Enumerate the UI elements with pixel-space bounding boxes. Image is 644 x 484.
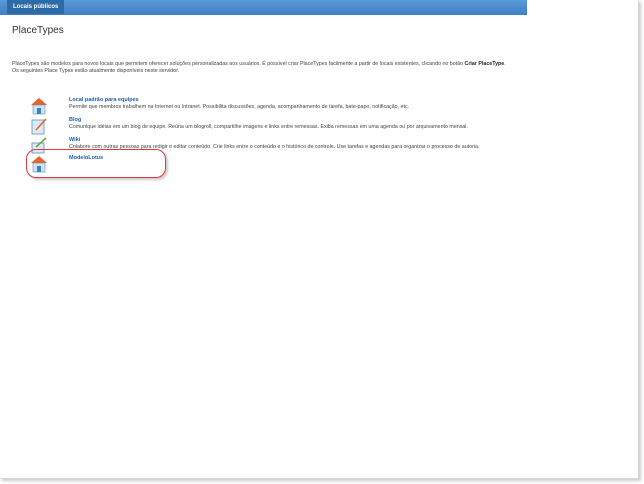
top-bar: Locais públicos [0,0,527,15]
placetype-item: Local padrão para equipes Permite que me… [30,97,530,117]
highlight-circle [26,149,166,178]
intro-text: PlaceTypes são modelos para novos locais… [12,61,532,74]
placetype-link[interactable]: Wiki [69,137,80,143]
placetype-link[interactable]: Blog [69,117,81,123]
intro-text-end: . [504,61,506,67]
available-text: Os seguintes Place Types estão atualment… [12,67,180,74]
create-placetype-ref: Criar PlaceType [464,61,505,67]
tab-locais-publicos[interactable]: Locais públicos [7,0,65,14]
placetype-item: Blog Comunique idéias em um blog de equi… [30,117,530,137]
page-frame: Locais públicos PlaceTypes PlaceTypes sã… [0,0,639,479]
blog-icon [31,118,47,135]
placetype-description: Permite que membros trabalhem na Interne… [69,104,410,110]
intro-text-main: PlaceTypes são modelos para novos locais… [12,61,465,67]
page-title: PlaceTypes [12,25,64,36]
placetype-link[interactable]: Local padrão para equipes [69,97,139,103]
house-icon [31,98,47,115]
placetype-description: Comunique idéias em um blog de equipe. R… [69,124,468,130]
